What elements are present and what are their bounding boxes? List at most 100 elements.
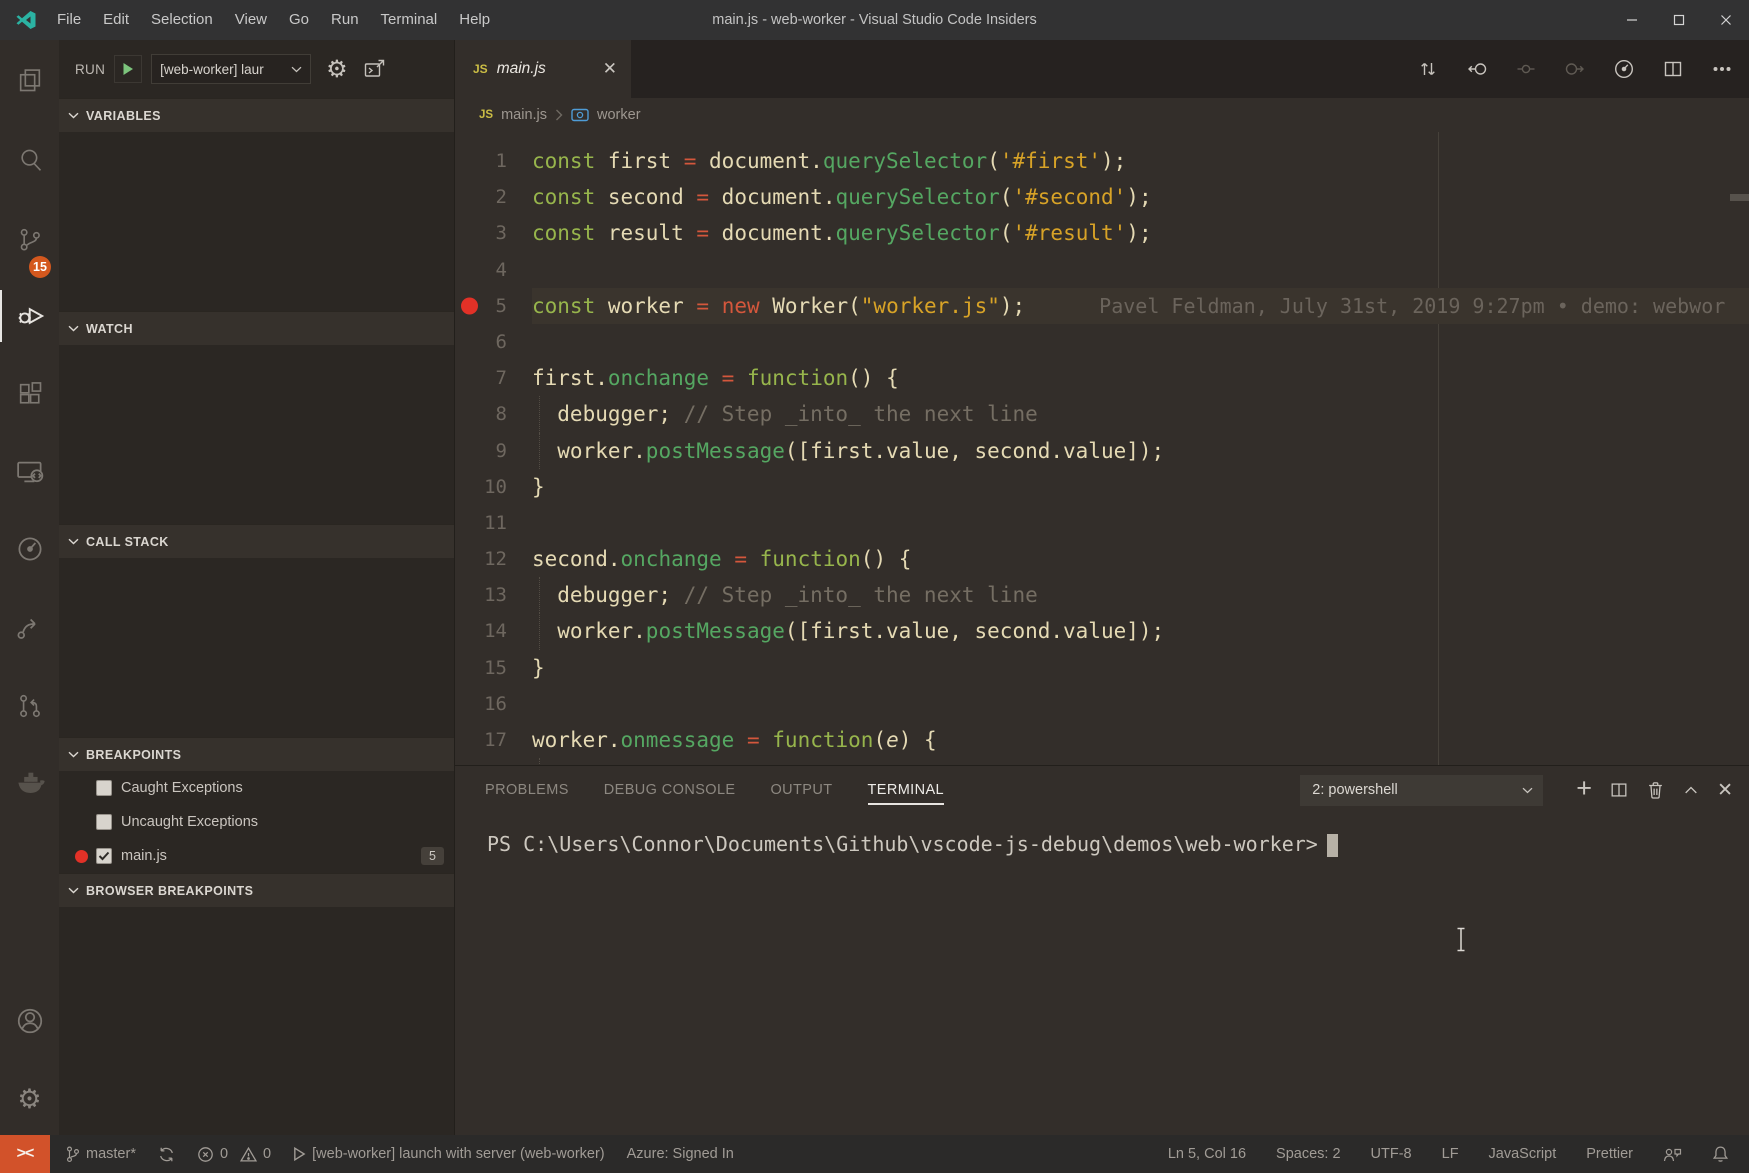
line-gutter[interactable]: 7 [455, 360, 532, 396]
minimize-button[interactable] [1608, 0, 1655, 40]
line-content[interactable]: debugger; // Step _into_ the next line [532, 577, 1749, 613]
kill-terminal-icon[interactable] [1646, 780, 1665, 800]
status-item-utf-8[interactable]: UTF-8 [1371, 1146, 1412, 1162]
section-variables[interactable]: VARIABLES [59, 98, 454, 132]
reverse-continue-icon[interactable] [1515, 58, 1537, 80]
line-content[interactable]: debugger; // Step _into_ the next line [532, 396, 1749, 432]
status-item-javascript[interactable]: JavaScript [1489, 1146, 1557, 1162]
line-gutter[interactable]: 16 [455, 686, 532, 722]
line-gutter[interactable]: 18 [455, 758, 532, 765]
line-content[interactable]: worker.onmessage = function(e) { [532, 722, 1749, 758]
breakpoint-checkbox[interactable] [96, 780, 112, 796]
line-content[interactable]: worker.postMessage([first.value, second.… [532, 613, 1749, 649]
line-gutter[interactable]: 13 [455, 577, 532, 613]
profile-timer-icon[interactable] [1613, 58, 1635, 80]
line-content[interactable] [532, 505, 1749, 541]
line-gutter[interactable]: 4 [455, 252, 532, 288]
settings-gear-icon[interactable]: ⚙ [0, 1073, 59, 1125]
start-debug-button[interactable] [114, 55, 142, 83]
problems-status[interactable]: 0 0 [197, 1146, 271, 1163]
section-watch[interactable]: WATCH [59, 311, 454, 345]
menu-terminal[interactable]: Terminal [370, 0, 449, 40]
tab-main-js[interactable]: JS main.js ✕ [455, 40, 631, 98]
breadcrumb-file[interactable]: main.js [501, 107, 547, 123]
maximize-panel-icon[interactable] [1682, 781, 1700, 799]
line-gutter[interactable]: 17 [455, 722, 532, 758]
breakpoint-dot-icon[interactable] [461, 297, 478, 314]
section-browser-breakpoints[interactable]: BROWSER BREAKPOINTS [59, 873, 454, 907]
breakpoint-item[interactable]: Caught Exceptions [59, 771, 454, 805]
pull-request-icon[interactable] [0, 680, 59, 732]
line-gutter[interactable]: 1 [455, 143, 532, 179]
menu-selection[interactable]: Selection [140, 0, 224, 40]
menu-view[interactable]: View [224, 0, 278, 40]
menu-help[interactable]: Help [448, 0, 501, 40]
status-item-ln-5-col-16[interactable]: Ln 5, Col 16 [1168, 1146, 1246, 1162]
line-content[interactable] [532, 252, 1749, 288]
launch-status[interactable]: [web-worker] launch with server (web-wor… [293, 1146, 605, 1162]
panel-tab-problems[interactable]: PROBLEMS [485, 766, 569, 814]
line-content[interactable]: const second = document.querySelector('#… [532, 179, 1749, 215]
explorer-icon[interactable] [0, 54, 59, 106]
test-timeline-icon[interactable] [0, 523, 59, 575]
status-item-spaces-2[interactable]: Spaces: 2 [1276, 1146, 1341, 1162]
menu-file[interactable]: File [46, 0, 92, 40]
source-control-icon[interactable] [0, 214, 59, 266]
panel-tab-output[interactable]: OUTPUT [770, 766, 832, 814]
more-actions-icon[interactable] [1711, 58, 1733, 80]
branch-status[interactable]: master* [66, 1146, 136, 1163]
search-icon[interactable] [0, 134, 59, 186]
close-panel-icon[interactable]: ✕ [1717, 779, 1733, 802]
terminal-select[interactable]: 2: powershell [1300, 775, 1543, 806]
line-gutter[interactable]: 10 [455, 469, 532, 505]
debug-settings-gear-icon[interactable]: ⚙ [326, 55, 348, 84]
line-gutter[interactable]: 2 [455, 179, 532, 215]
line-content[interactable] [532, 324, 1749, 360]
status-item-prettier[interactable]: Prettier [1586, 1146, 1633, 1162]
breakpoint-item[interactable]: Uncaught Exceptions [59, 805, 454, 839]
sync-status[interactable] [158, 1146, 175, 1163]
split-editor-icon[interactable] [1662, 58, 1684, 80]
panel-tab-terminal[interactable]: TERMINAL [868, 766, 945, 814]
status-item-lf[interactable]: LF [1442, 1146, 1459, 1162]
open-changes-icon[interactable] [1417, 58, 1439, 80]
line-gutter[interactable]: 14 [455, 613, 532, 649]
line-gutter[interactable]: 3 [455, 215, 532, 251]
terminal[interactable]: PS C:\Users\Connor\Documents\Github\vsco… [455, 814, 1749, 1135]
line-content[interactable]: const worker = new Worker("worker.js");P… [532, 288, 1749, 324]
line-gutter[interactable]: 11 [455, 505, 532, 541]
menu-run[interactable]: Run [320, 0, 370, 40]
code-editor[interactable]: 1const first = document.querySelector('#… [455, 132, 1749, 765]
breakpoint-item[interactable]: main.js5 [59, 839, 454, 873]
launch-config-dropdown[interactable]: [web-worker] laur [151, 54, 311, 84]
extensions-icon[interactable] [0, 368, 59, 420]
remote-explorer-icon[interactable] [0, 446, 59, 498]
azure-status[interactable]: Azure: Signed In [627, 1146, 734, 1162]
remote-indicator[interactable]: >< [0, 1135, 50, 1173]
step-back-icon[interactable] [1466, 58, 1488, 80]
line-content[interactable]: } [532, 469, 1749, 505]
line-gutter[interactable]: 15 [455, 650, 532, 686]
breakpoint-checkbox[interactable] [96, 814, 112, 830]
breadcrumb-symbol[interactable]: worker [597, 107, 641, 123]
menu-edit[interactable]: Edit [92, 0, 140, 40]
new-terminal-icon[interactable]: + [1576, 775, 1592, 802]
line-gutter[interactable]: 12 [455, 541, 532, 577]
debug-console-icon[interactable] [363, 57, 387, 81]
line-content[interactable]: worker.postMessage([first.value, second.… [532, 433, 1749, 469]
line-gutter[interactable]: 6 [455, 324, 532, 360]
line-content[interactable]: const first = document.querySelector('#f… [532, 143, 1749, 179]
accounts-icon[interactable] [0, 995, 59, 1047]
line-content[interactable]: } [532, 650, 1749, 686]
line-gutter[interactable]: 8 [455, 396, 532, 432]
maximize-button[interactable] [1655, 0, 1702, 40]
menu-go[interactable]: Go [278, 0, 320, 40]
step-forward-icon[interactable] [1564, 58, 1586, 80]
line-content[interactable]: result.textContent = e.data; [532, 758, 1749, 765]
split-terminal-icon[interactable] [1609, 780, 1629, 800]
line-gutter[interactable]: 5 [455, 288, 532, 324]
docker-icon[interactable] [0, 758, 59, 810]
close-window-button[interactable] [1702, 0, 1749, 40]
line-content[interactable]: const result = document.querySelector('#… [532, 215, 1749, 251]
panel-tab-debug-console[interactable]: DEBUG CONSOLE [604, 766, 736, 814]
